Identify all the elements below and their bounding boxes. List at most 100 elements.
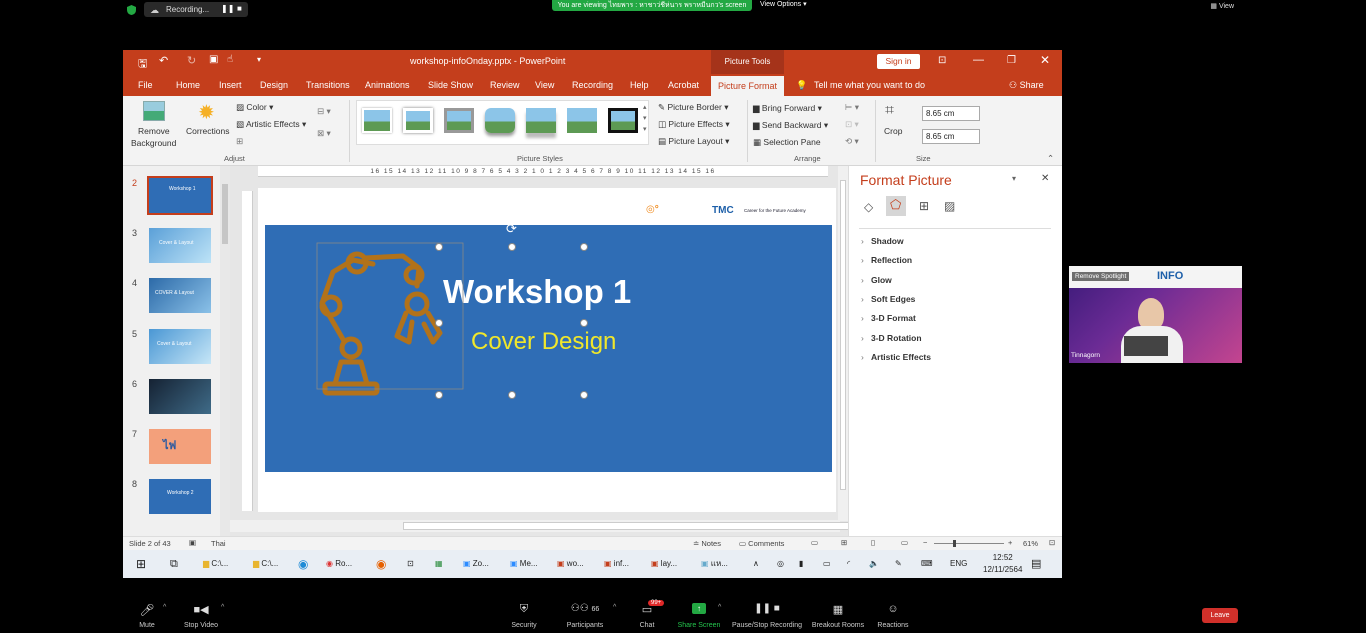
language-indicator[interactable]: Thai xyxy=(211,539,226,548)
stop-video-button[interactable]: Stop Video xyxy=(184,622,218,629)
tab-slide-show[interactable]: Slide Show xyxy=(428,74,473,96)
style-thumb[interactable] xyxy=(567,108,597,133)
pause-recording-button[interactable]: Pause/Stop Recording xyxy=(732,622,802,629)
close-icon[interactable]: ✕ xyxy=(1040,53,1050,67)
tab-review[interactable]: Review xyxy=(490,74,520,96)
taskbar-zoom[interactable]: ▣ Zo... xyxy=(463,556,489,572)
compress-icon[interactable]: ⊞ xyxy=(236,136,243,147)
thumb-slide-3[interactable]: Cover & Layout xyxy=(149,228,211,263)
pane-options-icon[interactable]: ▾ xyxy=(1012,174,1016,183)
microphone-icon[interactable]: 🎤︎ xyxy=(139,603,154,617)
undo-icon[interactable]: ↶ xyxy=(159,54,168,67)
tab-transitions[interactable]: Transitions xyxy=(306,74,350,96)
view-button[interactable]: ▦ View xyxy=(1210,2,1234,10)
video-options-icon[interactable]: ^ xyxy=(221,604,224,611)
size-properties-icon[interactable]: ⊞ xyxy=(919,199,929,213)
tab-animations[interactable]: Animations xyxy=(365,74,410,96)
video-thumbnail[interactable]: Remove Spotlight INFO Tinnagorn xyxy=(1069,266,1242,363)
pen-icon[interactable]: ✎ xyxy=(895,556,902,572)
leave-button[interactable]: Leave xyxy=(1202,608,1238,623)
reflection-section[interactable]: Reflection xyxy=(861,255,912,265)
rotate-icon[interactable]: ⟲ ▾ xyxy=(845,136,859,147)
breakout-rooms-button[interactable]: Breakout Rooms xyxy=(812,622,864,629)
security-shield-icon[interactable]: ⛨ xyxy=(520,603,528,616)
tab-insert[interactable]: Insert xyxy=(219,74,242,96)
notification-icon[interactable]: ▤ xyxy=(1031,556,1041,572)
security-button[interactable]: Security xyxy=(511,622,536,629)
style-thumb[interactable] xyxy=(608,108,638,133)
windows-start-icon[interactable]: ⊞ xyxy=(136,556,146,572)
tab-recording[interactable]: Recording xyxy=(572,74,613,96)
taskbar-meeting[interactable]: ▣ Me... xyxy=(510,556,538,572)
save-icon[interactable]: 🖫 xyxy=(138,55,147,74)
view-options-button[interactable]: View Options ▾ xyxy=(760,0,807,10)
artistic-effects-button[interactable]: ▧ Artistic Effects ▾ xyxy=(236,119,306,130)
tray-chevron-icon[interactable]: ∧ xyxy=(753,556,759,572)
pause-stop-icon[interactable]: ❚❚ ■ xyxy=(754,603,780,614)
tab-file[interactable]: File xyxy=(138,74,153,96)
resize-handle[interactable] xyxy=(508,391,516,399)
style-thumb[interactable] xyxy=(362,108,392,133)
picture-effects-button[interactable]: ◫ Picture Effects ▾ xyxy=(658,119,730,130)
thumbs-scrollbar[interactable] xyxy=(220,166,230,536)
shadow-section[interactable]: Shadow xyxy=(861,236,903,246)
tab-picture-format[interactable]: Picture Format xyxy=(711,76,784,96)
slideshow-icon[interactable]: ▭ xyxy=(901,538,908,547)
gallery-scroll-icon[interactable]: ▴ ▾ ▾ xyxy=(643,102,647,135)
tab-help[interactable]: Help xyxy=(630,74,649,96)
mute-button[interactable]: Mute xyxy=(139,622,155,629)
remove-spotlight-button[interactable]: Remove Spotlight xyxy=(1072,272,1130,281)
bring-forward-button[interactable]: ▆ Bring Forward ▾ xyxy=(753,103,822,114)
tell-me-search[interactable]: Tell me what you want to do xyxy=(814,74,925,96)
editor-vscrollbar[interactable] xyxy=(838,166,848,521)
slide-sorter-icon[interactable]: ⊞ xyxy=(841,538,847,547)
resize-handle[interactable] xyxy=(580,319,588,327)
align-icon[interactable]: ⊨ ▾ xyxy=(845,102,859,113)
editor-hscrollbar[interactable] xyxy=(230,520,929,532)
picture-styles-gallery[interactable] xyxy=(356,100,649,145)
tab-view[interactable]: View xyxy=(535,74,554,96)
participants-icon[interactable]: ⚇⚇ 66 xyxy=(571,603,600,614)
picture-tab-icon[interactable]: ▨ xyxy=(944,199,955,213)
corrections-button[interactable]: Corrections xyxy=(186,126,229,136)
thumb-slide-5[interactable]: Cover & Layout xyxy=(149,329,211,364)
taskbar-explorer-1[interactable]: ▆ C:\... xyxy=(203,556,228,572)
slide-title[interactable]: Workshop 1 xyxy=(443,273,631,311)
video-camera-icon[interactable]: ■◀ xyxy=(193,603,208,616)
pane-close-icon[interactable]: ✕ xyxy=(1041,173,1049,184)
taskbar-powerpoint-2[interactable]: ▣ inf... xyxy=(604,556,629,572)
sign-in-button[interactable]: Sign in xyxy=(877,54,920,69)
tray-icon[interactable]: ◎ xyxy=(777,556,784,572)
remove-background-button[interactable]: Remove xyxy=(138,126,170,136)
pause-icon[interactable]: ❚❚ xyxy=(221,4,234,13)
collapse-ribbon-icon[interactable]: ⌃ xyxy=(1047,153,1054,164)
normal-view-icon[interactable]: ▭ xyxy=(811,538,818,547)
wifi-icon[interactable]: ◜ xyxy=(847,556,850,572)
ribbon-display-icon[interactable]: ⊡ xyxy=(938,55,946,66)
group-icon[interactable]: ⊡ ▾ xyxy=(845,119,859,130)
zoom-in-icon[interactable]: + xyxy=(1008,538,1012,547)
change-picture-icon[interactable]: ⊟ ▾ xyxy=(317,106,331,117)
tab-design[interactable]: Design xyxy=(260,74,288,96)
chat-button[interactable]: Chat xyxy=(640,622,655,629)
glow-section[interactable]: Glow xyxy=(861,275,892,285)
zoom-level[interactable]: 61% xyxy=(1023,539,1038,548)
participants-options-icon[interactable]: ^ xyxy=(613,604,616,611)
selection-pane-button[interactable]: ▦ Selection Pane xyxy=(753,137,821,148)
tab-home[interactable]: Home xyxy=(176,74,200,96)
breakout-rooms-icon[interactable]: ▦ xyxy=(833,603,843,616)
taskbar-app[interactable]: ▣ แห... xyxy=(701,556,728,572)
firefox-icon[interactable]: ◉ xyxy=(376,556,386,572)
volume-icon[interactable]: 🔈 xyxy=(869,556,879,572)
tab-acrobat[interactable]: Acrobat xyxy=(668,74,699,96)
style-thumb[interactable] xyxy=(444,108,474,133)
fill-line-icon[interactable]: ◇ xyxy=(864,200,873,214)
tray-icon[interactable]: ▮ xyxy=(799,556,803,572)
share-options-icon[interactable]: ^ xyxy=(718,604,721,611)
participants-button[interactable]: Participants xyxy=(567,622,604,629)
thumb-slide-8[interactable]: Workshop 2 xyxy=(149,479,211,514)
resize-handle[interactable] xyxy=(580,243,588,251)
fit-slide-icon[interactable]: ⊡ xyxy=(1049,538,1055,547)
picture-border-button[interactable]: ✎ Picture Border ▾ xyxy=(658,102,728,113)
share-screen-button[interactable]: Share Screen xyxy=(678,622,721,629)
